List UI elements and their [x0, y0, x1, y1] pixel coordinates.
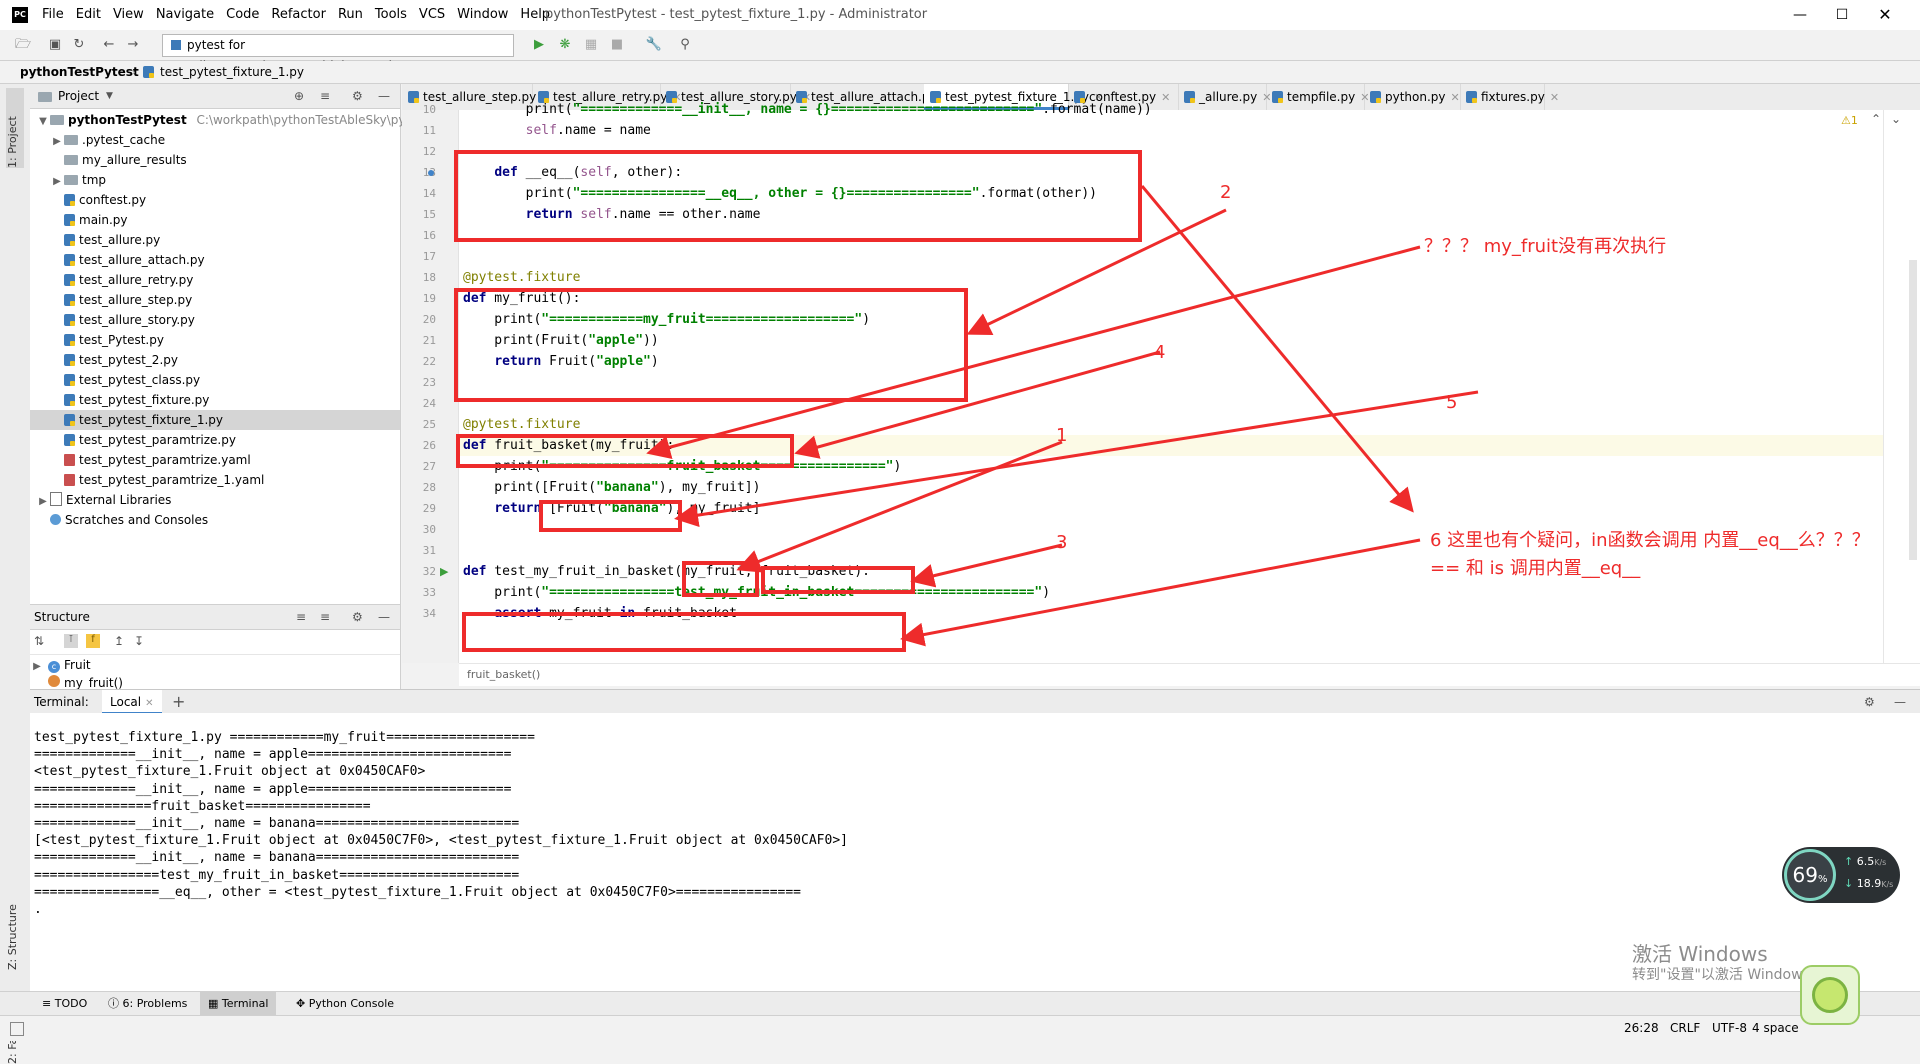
arrow-4: [794, 350, 1161, 459]
download-arrow-icon: ↓: [1844, 877, 1854, 890]
windows-activation-title: 激活 Windows: [1632, 942, 1768, 966]
upload-speed: ↑ 6.5K/s: [1844, 855, 1886, 868]
annotation-question-6b: == 和 is 调用内置__eq__: [1430, 558, 1641, 579]
annotation-label-3: 3: [1056, 532, 1068, 553]
network-speed-widget[interactable]: 69% ↑ 6.5K/s ↓ 18.9K/s: [1782, 847, 1900, 903]
arrow-question-top: [646, 245, 1421, 459]
arrow-1: [736, 440, 1063, 573]
annotation-label-5: 5: [1446, 392, 1458, 413]
annotation-label-1: 1: [1056, 425, 1068, 446]
cpu-percent: 69: [1792, 863, 1818, 887]
download-value: 18.9: [1856, 877, 1882, 890]
arrow-6: [900, 538, 1421, 647]
lime-ime-icon[interactable]: [1800, 965, 1860, 1025]
annotation-question-6a: 6 这里也有个疑问，in函数会调用 内置__eq__么？？？: [1430, 530, 1870, 551]
upload-arrow-icon: ↑: [1844, 855, 1854, 868]
lime-slice-icon: [1812, 977, 1848, 1013]
upload-value: 6.5: [1856, 855, 1875, 868]
arrow-2: [966, 208, 1227, 336]
cpu-gauge: 69%: [1784, 849, 1836, 901]
annotation-question-top: ？？？ my_fruit没有再次执行: [1424, 236, 1667, 257]
annotation-arrows: [646, 185, 1479, 647]
download-unit: K/s: [1881, 880, 1894, 889]
download-speed: ↓ 18.9K/s: [1844, 877, 1893, 890]
upload-unit: K/s: [1874, 858, 1887, 867]
annotation-label-4: 4: [1154, 342, 1166, 363]
arrow-eq: [1140, 185, 1414, 513]
arrow-3: [910, 543, 1063, 588]
annotation-label-2: 2: [1220, 182, 1232, 203]
arrow-5: [674, 390, 1479, 528]
